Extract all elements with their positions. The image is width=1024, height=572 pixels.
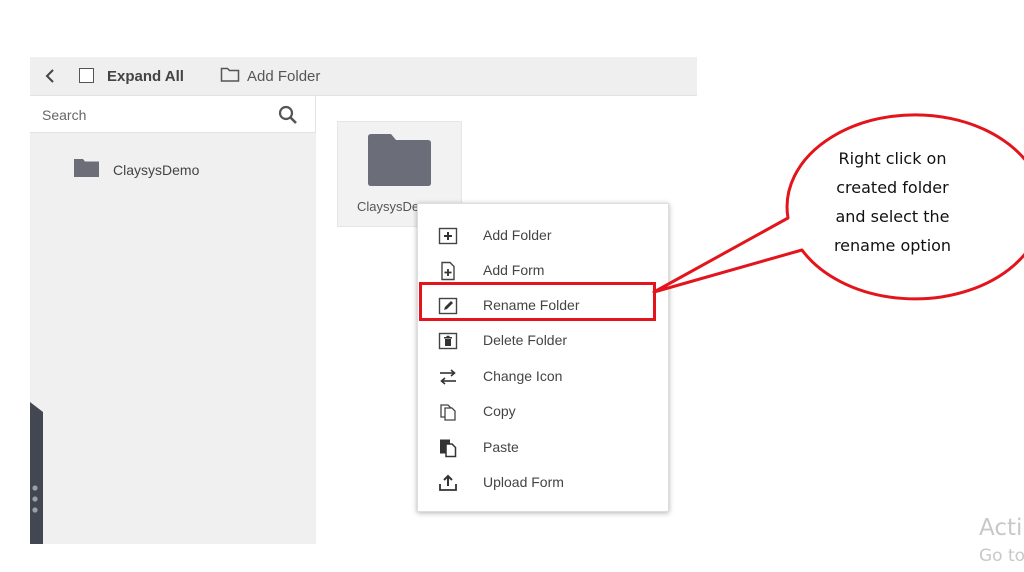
menu-item-copy[interactable]: Copy bbox=[418, 394, 668, 427]
add-form-icon bbox=[441, 261, 455, 281]
menu-item-upload-form[interactable]: Upload Form bbox=[418, 465, 668, 498]
toolbar: Expand All Add Folder bbox=[30, 57, 697, 96]
add-folder-button[interactable]: Add Folder bbox=[247, 68, 320, 85]
folder-tile-label: ClaysysDe bbox=[357, 199, 420, 214]
search-input[interactable] bbox=[42, 104, 262, 126]
menu-item-label: Change Icon bbox=[483, 368, 563, 384]
menu-item-label: Delete Folder bbox=[483, 332, 568, 348]
expand-all-label[interactable]: Expand All bbox=[107, 68, 184, 85]
menu-item-label: Paste bbox=[483, 439, 519, 455]
chevron-left-icon[interactable] bbox=[42, 67, 58, 85]
menu-item-label: Add Folder bbox=[483, 227, 552, 243]
menu-item-label: Copy bbox=[483, 403, 516, 419]
upload-icon bbox=[439, 474, 457, 491]
menu-item-change-icon[interactable]: Change Icon bbox=[418, 359, 668, 392]
folder-outline-icon[interactable] bbox=[220, 66, 240, 83]
trash-icon bbox=[438, 332, 458, 350]
menu-item-label: Upload Form bbox=[483, 474, 564, 490]
rename-highlight-box bbox=[419, 282, 656, 321]
paste-icon bbox=[440, 439, 457, 458]
tree-item-label[interactable]: ClaysysDemo bbox=[113, 162, 199, 178]
watermark-line: Acti bbox=[979, 515, 1023, 541]
add-folder-icon bbox=[438, 227, 458, 245]
sidebar: ClaysysDemo bbox=[30, 96, 316, 544]
swap-arrows-icon bbox=[440, 369, 456, 385]
watermark-line: Go to bbox=[979, 546, 1024, 566]
callout-line: Right click on bbox=[838, 149, 947, 168]
folder-icon bbox=[368, 134, 431, 186]
copy-icon bbox=[440, 404, 456, 421]
context-menu: Add Folder Add Form Rename Folder Delete… bbox=[417, 203, 669, 512]
menu-item-delete-folder[interactable]: Delete Folder bbox=[418, 323, 668, 356]
menu-item-label: Add Form bbox=[483, 262, 545, 278]
menu-item-add-folder[interactable]: Add Folder bbox=[418, 218, 668, 251]
search-box bbox=[30, 96, 316, 133]
callout-line: and select the bbox=[835, 207, 950, 226]
folder-icon[interactable] bbox=[74, 157, 99, 177]
callout-text: Right click on created folder and select… bbox=[800, 144, 985, 260]
activation-watermark: Acti Go to bbox=[979, 514, 1024, 570]
expand-all-checkbox[interactable] bbox=[79, 68, 94, 83]
sidebar-rail-handle[interactable] bbox=[30, 402, 43, 544]
callout-line: rename option bbox=[833, 236, 952, 255]
callout-line: created folder bbox=[836, 178, 949, 197]
search-icon[interactable] bbox=[278, 105, 298, 125]
menu-item-paste[interactable]: Paste bbox=[418, 430, 668, 463]
